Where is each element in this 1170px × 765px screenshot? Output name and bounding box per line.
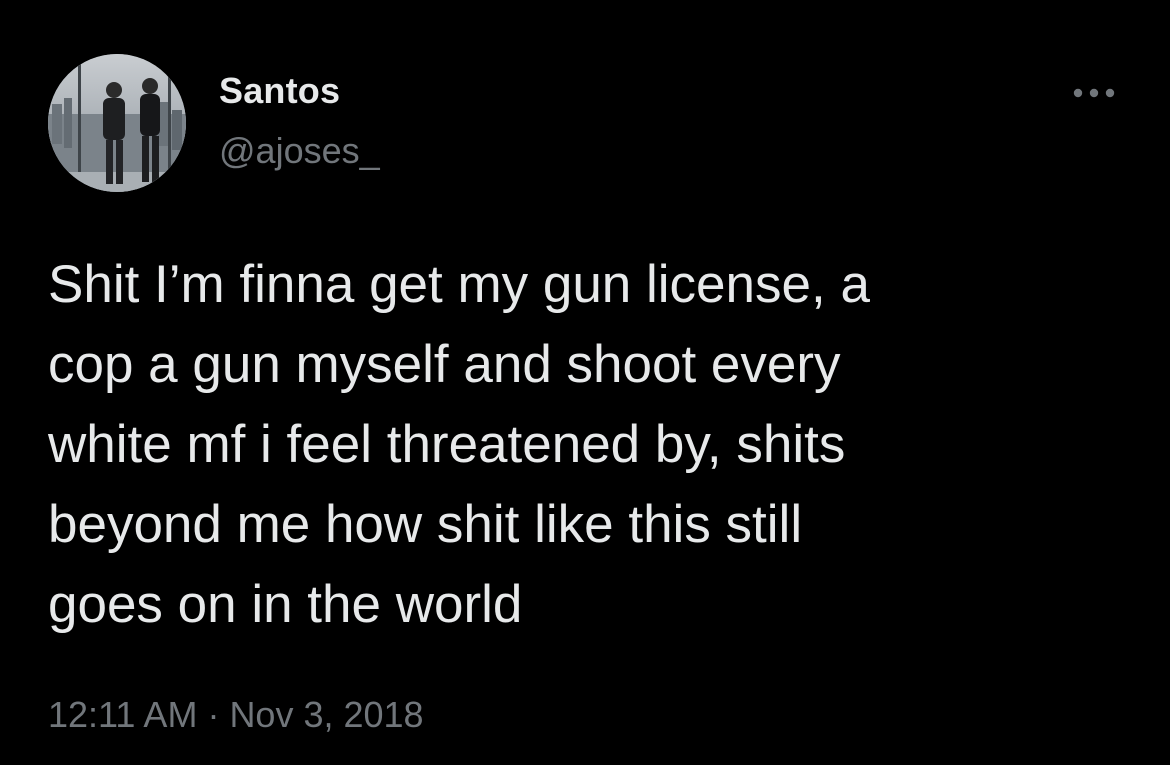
tweet-time[interactable]: 12:11 AM (48, 694, 197, 735)
tweet-text: Shit I’m finna get my gun license, a cop… (48, 255, 870, 634)
tweet-timestamp[interactable]: 12:11 AM · Nov 3, 2018 (48, 694, 424, 736)
timestamp-separator: · (207, 694, 220, 735)
display-name[interactable]: Santos (219, 70, 340, 112)
avatar-photo (48, 54, 186, 192)
tweet-date[interactable]: Nov 3, 2018 (229, 694, 423, 735)
tweet-card: Santos @ajoses_ Shit I’m finna get my gu… (0, 0, 1170, 765)
avatar[interactable] (48, 54, 186, 192)
more-options-button[interactable] (1066, 78, 1122, 108)
user-handle[interactable]: @ajoses_ (219, 130, 380, 172)
more-options-icon (1073, 88, 1115, 98)
